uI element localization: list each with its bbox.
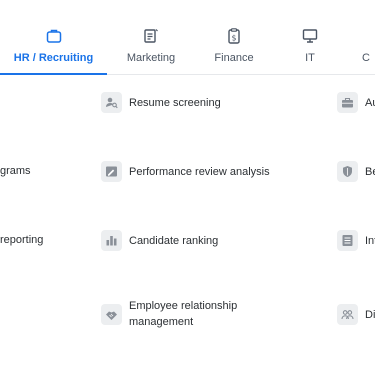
use-case-label: Be: [365, 165, 375, 178]
badge: [101, 303, 122, 325]
briefcase-icon: [46, 29, 61, 43]
badge: [337, 161, 358, 182]
badge: [337, 92, 358, 113]
use-case-performance-review-analysis[interactable]: Performance review analysis: [101, 161, 270, 182]
shield-icon: [343, 166, 352, 177]
badge: [101, 230, 122, 251]
tab-it[interactable]: IT: [296, 0, 324, 74]
use-case-label: Resume screening: [129, 96, 221, 109]
label-line: Employee relationship: [129, 300, 238, 312]
use-case-right-4[interactable]: Div: [337, 304, 375, 325]
group-icon: [341, 310, 354, 320]
edit-chart-icon: [106, 166, 117, 177]
dollar-clipboard-icon: $: [228, 28, 240, 44]
tab-truncated[interactable]: C: [362, 0, 375, 74]
badge: [101, 161, 122, 182]
tab-label: IT: [305, 52, 315, 64]
use-case-right-3[interactable]: Int: [337, 230, 375, 251]
label-line: management: [129, 316, 194, 328]
tab-marketing[interactable]: Marketing: [118, 0, 184, 74]
edit-document-icon: [144, 29, 158, 43]
tab-label: HR / Recruiting: [13, 52, 94, 64]
left-item-label[interactable]: grams: [0, 165, 31, 177]
use-case-label: Au: [365, 96, 375, 109]
left-item-label[interactable]: reporting: [0, 234, 43, 246]
use-case-right-1[interactable]: Au: [337, 92, 375, 113]
use-case-employee-relationship-management[interactable]: Employee relationship management: [101, 298, 237, 330]
use-case-label: Performance review analysis: [129, 165, 270, 178]
tab-icon-placeholder: [362, 27, 375, 45]
briefcase-icon: [342, 97, 353, 108]
user-search-icon: [106, 97, 118, 109]
tab-label: Finance: [214, 52, 254, 64]
tab-hr-recruiting[interactable]: HR / Recruiting: [0, 0, 107, 75]
tab-label: C: [362, 52, 370, 64]
category-tabs: HR / Recruiting Marketing $ Finance IT C: [0, 0, 375, 75]
use-case-resume-screening[interactable]: Resume screening: [101, 92, 221, 113]
monitor-icon: [302, 29, 318, 43]
use-case-candidate-ranking[interactable]: Candidate ranking: [101, 230, 218, 251]
contact-card-icon: [342, 235, 353, 246]
svg-text:$: $: [232, 34, 237, 43]
badge: [337, 304, 358, 325]
use-case-label: Candidate ranking: [129, 234, 219, 247]
tab-finance[interactable]: $ Finance: [208, 0, 260, 74]
use-case-label: Div: [365, 308, 375, 321]
use-case-label: Int: [365, 234, 375, 247]
badge: [101, 92, 122, 113]
badge: [337, 230, 358, 251]
use-case-right-2[interactable]: Be: [337, 161, 375, 182]
tab-label: Marketing: [126, 52, 176, 64]
bar-chart-icon: [106, 236, 117, 246]
handshake-icon: [106, 311, 117, 320]
use-case-label: Employee relationship management: [129, 298, 237, 330]
